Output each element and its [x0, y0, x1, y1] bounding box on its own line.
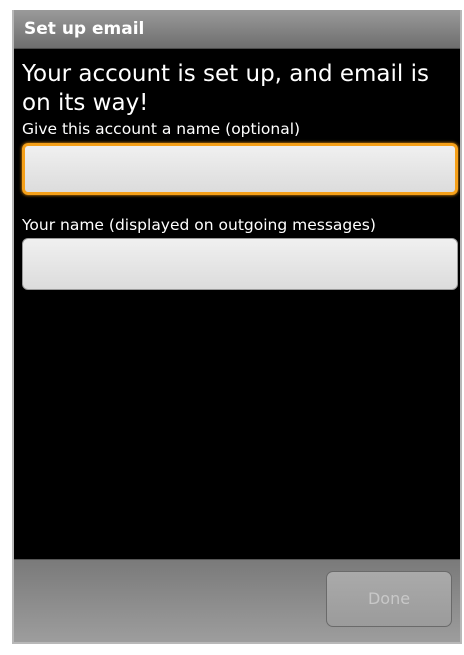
your-name-input[interactable] [22, 238, 458, 290]
account-name-label: Give this account a name (optional) [22, 120, 301, 138]
setup-email-screen: Set up email Your account is set up, and… [12, 10, 462, 644]
title-bar-label: Set up email [24, 19, 145, 39]
confirmation-heading: Your account is set up, and email is on … [22, 61, 429, 116]
done-button[interactable]: Done [326, 571, 452, 627]
your-name-label: Your name (displayed on outgoing message… [22, 216, 376, 234]
bottom-button-bar: Done [14, 559, 460, 642]
title-bar: Set up email [14, 10, 460, 49]
account-name-input[interactable] [22, 143, 458, 195]
setup-form: Your account is set up, and email is on … [14, 48, 460, 642]
